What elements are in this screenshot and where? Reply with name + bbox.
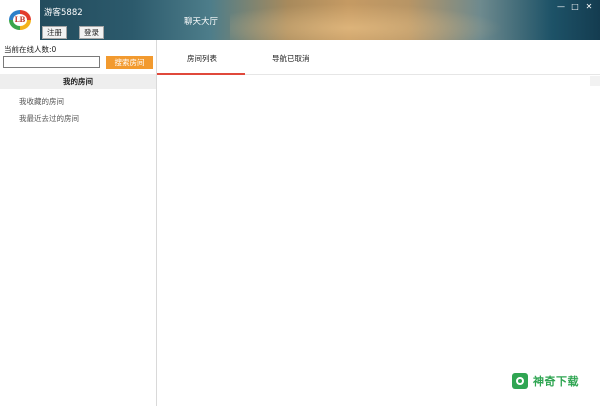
online-count: 当前在线人数:0 [4, 45, 57, 54]
close-icon[interactable]: ✕ [582, 1, 596, 13]
scrollbar[interactable] [590, 76, 600, 86]
window-controls: — □ ✕ [554, 1, 596, 13]
my-rooms-header[interactable]: 我的房间 [0, 74, 156, 89]
sidebar: 当前在线人数:0 搜索房间 我的房间 我收藏的房间 我最近去过的房间 [0, 40, 157, 406]
shield-icon [512, 373, 528, 389]
login-button[interactable]: 登录 [79, 26, 104, 39]
tab-room-list[interactable]: 房间列表 [187, 53, 217, 64]
username-label: 游客5882 [44, 8, 83, 18]
watermark: 神奇下载 [512, 373, 579, 389]
minimize-icon[interactable]: — [554, 1, 568, 13]
title-bar: LB 游客5882 注册 登录 聊天大厅 — □ ✕ [0, 0, 600, 40]
hall-title: 聊天大厅 [184, 17, 219, 27]
app-logo: LB [0, 0, 40, 40]
register-button[interactable]: 注册 [42, 26, 67, 39]
tab-bar: 房间列表 导航已取消 [157, 40, 600, 75]
active-tab-indicator [157, 73, 245, 75]
sidebar-item-recent-rooms[interactable]: 我最近去过的房间 [19, 113, 79, 124]
watermark-text: 神奇下载 [533, 375, 579, 388]
maximize-icon[interactable]: □ [568, 1, 582, 13]
room-search-input[interactable] [3, 56, 100, 68]
logo-icon: LB [9, 10, 31, 30]
search-room-button[interactable]: 搜索房间 [106, 56, 153, 69]
header-background [230, 0, 530, 40]
sidebar-item-favorite-rooms[interactable]: 我收藏的房间 [19, 96, 64, 107]
logo-text: LB [13, 14, 27, 26]
tab-navigation[interactable]: 导航已取消 [272, 53, 310, 64]
